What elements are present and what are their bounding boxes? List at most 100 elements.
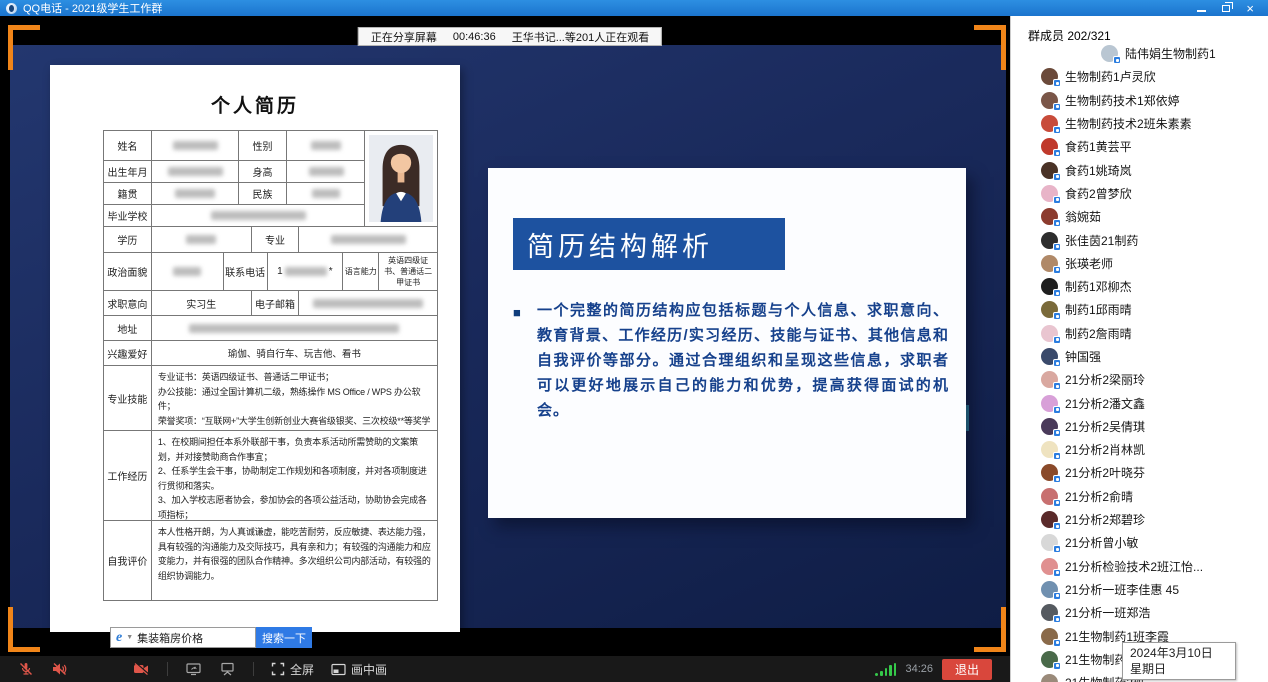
member-row[interactable]: 食药1姚琦岚: [1011, 158, 1268, 181]
member-row[interactable]: 翁婉茹: [1011, 205, 1268, 228]
in-call-badge-icon: [1113, 56, 1121, 64]
resume-paper: 个人简历 姓名 性别 出生年月 身高 籍贯 民族: [50, 65, 460, 632]
member-name: 21分析检验技术2班江怡...: [1065, 558, 1203, 575]
desktop-search-bar: e ▼ 集装箱房价格 搜索一下: [110, 627, 312, 648]
label-intention: 求职意向: [104, 291, 152, 316]
value-phone: 1 *: [268, 253, 344, 291]
in-call-badge-icon: [1053, 615, 1061, 623]
member-avatar: [1041, 418, 1058, 435]
shared-screen-stage: 正在分享屏幕 00:46:36 王华书记...等201人正在观看 个人简历 姓名…: [0, 16, 1010, 656]
in-call-badge-icon: [1053, 266, 1061, 274]
in-call-badge-icon: [1053, 196, 1061, 204]
label-birth: 出生年月: [104, 161, 152, 183]
member-name: 21分析曾小敏: [1065, 534, 1138, 551]
speaker-muted-icon[interactable]: [51, 661, 68, 677]
capture-corner-top-left: [8, 25, 40, 70]
member-row[interactable]: 21分析2肖林凯: [1011, 438, 1268, 461]
member-avatar: [1041, 301, 1058, 318]
value-political: [152, 253, 224, 291]
in-call-badge-icon: [1053, 359, 1061, 367]
member-avatar: [1041, 278, 1058, 295]
member-avatar: [1041, 558, 1058, 575]
member-row[interactable]: 21分析一班李佳惠 45: [1011, 578, 1268, 601]
member-avatar: [1041, 115, 1058, 132]
member-avatar: [1041, 488, 1058, 505]
search-input[interactable]: e ▼ 集装箱房价格: [110, 627, 256, 648]
member-row[interactable]: 制药1邓柳杰: [1011, 275, 1268, 298]
table-row: 地址: [104, 316, 438, 341]
member-row[interactable]: 21分析检验技术2班江怡...: [1011, 555, 1268, 578]
in-call-badge-icon: [1053, 452, 1061, 460]
member-row[interactable]: 陆伟娟生物制药1: [1011, 42, 1268, 65]
member-row[interactable]: 食药1黄芸平: [1011, 135, 1268, 158]
qq-call-icon: [6, 3, 17, 14]
member-name: 张佳茵21制药: [1065, 232, 1138, 249]
sharing-viewers-text: 王华书记...等201人正在观看: [512, 29, 650, 45]
member-name: 21分析一班郑浩: [1065, 604, 1150, 621]
member-row[interactable]: 制药1邱雨晴: [1011, 298, 1268, 321]
in-call-badge-icon: [1053, 639, 1061, 647]
date-tooltip: 2024年3月10日 星期日: [1122, 642, 1236, 680]
member-row[interactable]: 食药2曾梦欣: [1011, 182, 1268, 205]
capture-corner-bottom-left: [8, 607, 40, 652]
signal-icon: [875, 663, 896, 676]
member-name: 21分析2郑碧珍: [1065, 511, 1145, 528]
label-email: 电子邮箱: [252, 291, 300, 316]
member-row[interactable]: 21分析2郑碧珍: [1011, 508, 1268, 531]
value-hometown: [152, 183, 239, 205]
table-row: 求职意向 实习生 电子邮箱: [104, 291, 438, 316]
member-row[interactable]: 21分析2潘文鑫: [1011, 391, 1268, 414]
member-avatar: [1101, 45, 1118, 62]
value-height: [287, 161, 366, 183]
value-degree: [152, 227, 252, 253]
search-button[interactable]: 搜索一下: [256, 627, 312, 648]
tooltip-date: 2024年3月10日: [1130, 645, 1228, 661]
exit-button[interactable]: 退出: [942, 659, 992, 680]
camera-muted-icon[interactable]: [132, 661, 150, 677]
value-email: [299, 291, 438, 316]
member-avatar: [1041, 325, 1058, 342]
member-row[interactable]: 生物制药技术2班朱素素: [1011, 112, 1268, 135]
toolbar-divider: [167, 662, 168, 676]
ie-browser-icon: e: [116, 630, 122, 646]
chevron-down-icon[interactable]: ▼: [126, 634, 133, 641]
member-row[interactable]: 21分析2俞晴: [1011, 485, 1268, 508]
screen-share-icon[interactable]: [185, 661, 202, 677]
label-school: 毕业学校: [104, 205, 152, 227]
tooltip-weekday: 星期日: [1130, 661, 1228, 677]
member-row[interactable]: 制药2詹雨晴: [1011, 322, 1268, 345]
label-work: 工作经历: [104, 431, 152, 521]
label-phone: 联系电话: [224, 253, 268, 291]
in-call-badge-icon: [1053, 382, 1061, 390]
search-query: 集装箱房价格: [137, 630, 203, 646]
member-row[interactable]: 生物制药技术1郑依婷: [1011, 89, 1268, 112]
member-avatar: [1041, 232, 1058, 249]
member-row[interactable]: 钟国强: [1011, 345, 1268, 368]
member-name: 21分析2肖林凯: [1065, 441, 1145, 458]
value-birth: [152, 161, 239, 183]
member-row[interactable]: 21分析曾小敏: [1011, 531, 1268, 554]
bullet-icon: ■: [513, 300, 522, 325]
label-major: 专业: [252, 227, 300, 253]
value-intention: 实习生: [152, 291, 252, 316]
member-list: 陆伟娟生物制药1 生物制药1卢灵欣 生物制药技术1郑依婷 生物制: [1011, 42, 1268, 682]
fullscreen-button[interactable]: 全屏: [271, 661, 314, 678]
member-avatar: [1041, 581, 1058, 598]
member-sidebar: 群成员 202/321 陆伟娟生物制药1 生物制药1卢灵欣 生物制: [1010, 16, 1268, 682]
close-icon[interactable]: ×: [1246, 3, 1254, 14]
minimize-icon[interactable]: [1197, 4, 1206, 12]
pip-button[interactable]: 画中画: [331, 661, 387, 678]
member-row[interactable]: 张佳茵21制药: [1011, 228, 1268, 251]
member-row[interactable]: 21分析一班郑浩: [1011, 601, 1268, 624]
in-call-badge-icon: [1053, 545, 1061, 553]
member-row[interactable]: 生物制药1卢灵欣: [1011, 65, 1268, 88]
in-call-badge-icon: [1053, 406, 1061, 414]
member-name: 翁婉茹: [1065, 208, 1101, 225]
whiteboard-icon[interactable]: [219, 661, 236, 677]
member-row[interactable]: 张瑛老师: [1011, 252, 1268, 275]
member-row[interactable]: 21分析2梁丽玲: [1011, 368, 1268, 391]
member-row[interactable]: 21分析2吴倩琪: [1011, 415, 1268, 438]
member-row[interactable]: 21分析2叶晓芬: [1011, 461, 1268, 484]
mic-muted-icon[interactable]: [18, 661, 34, 677]
restore-icon[interactable]: [1222, 5, 1230, 12]
